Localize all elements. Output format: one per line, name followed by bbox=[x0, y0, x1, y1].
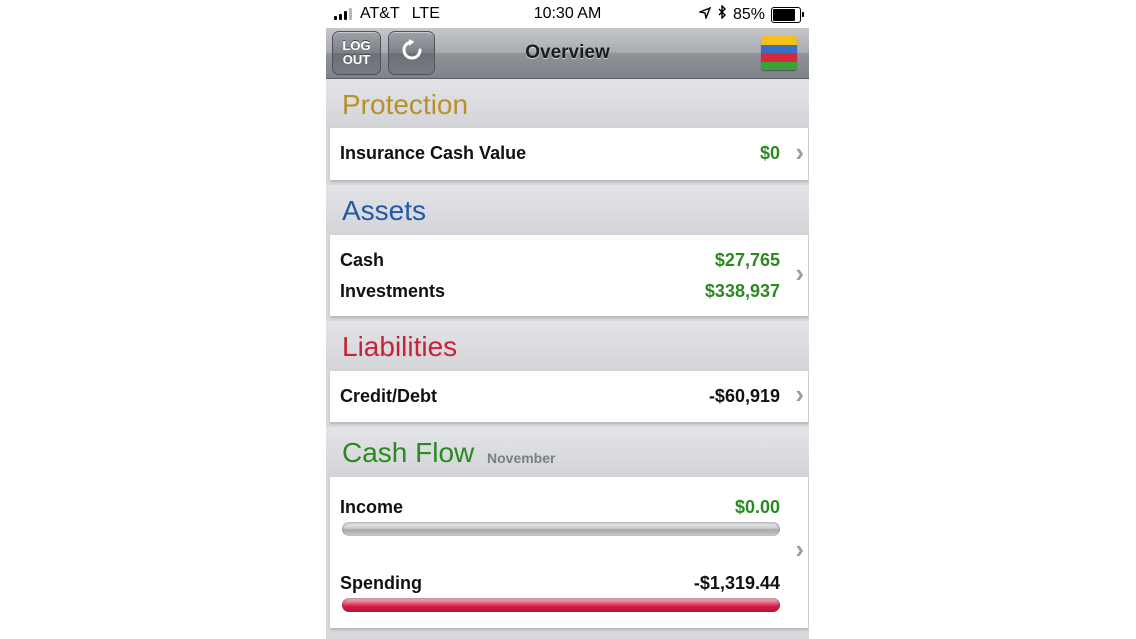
liabilities-section-title: Liabilities bbox=[342, 331, 458, 362]
assets-section-title: Assets bbox=[342, 195, 427, 226]
credit-debt-amount: -$60,919 bbox=[708, 386, 780, 406]
liabilities-card[interactable]: Credit/Debt -$60,919 › bbox=[330, 371, 808, 423]
location-arrow-icon bbox=[697, 6, 712, 24]
income-label: Income bbox=[340, 497, 404, 517]
liabilities-section-header: Liabilities bbox=[326, 321, 809, 371]
list-item: Insurance Cash Value $0 bbox=[340, 143, 780, 165]
battery-percent: 85% bbox=[732, 5, 765, 23]
page-title: Overview bbox=[525, 42, 610, 63]
cashflow-card[interactable]: Income $0.00 Spending -$1,319.44 › bbox=[330, 477, 808, 629]
list-item: Spending -$1,319.44 bbox=[340, 573, 780, 595]
spending-amount: -$1,319.44 bbox=[693, 573, 780, 593]
status-bar-right: 85% bbox=[697, 4, 804, 24]
list-item: Income $0.00 bbox=[340, 497, 780, 519]
protection-section-header: Protection bbox=[326, 79, 809, 129]
cashflow-section-header: Cash Flow November bbox=[326, 427, 809, 477]
cashflow-section-title: Cash Flow bbox=[342, 437, 475, 468]
phone-screen: AT&T LTE 10:30 AM 85% LOG OUT Overview P… bbox=[326, 0, 809, 639]
spending-label: Spending bbox=[340, 573, 422, 593]
cash-label: Cash bbox=[340, 250, 385, 270]
bluetooth-icon bbox=[717, 4, 727, 24]
assets-section-header: Assets bbox=[326, 185, 809, 235]
protection-card[interactable]: Insurance Cash Value $0 › bbox=[330, 128, 808, 181]
cashflow-period: November bbox=[487, 450, 556, 466]
income-progress-bar bbox=[342, 522, 780, 536]
spending-progress-bar bbox=[342, 598, 780, 612]
list-item: Investments $338,937 bbox=[340, 281, 780, 303]
list-item: Cash $27,765 bbox=[340, 250, 780, 272]
income-amount: $0.00 bbox=[734, 497, 780, 517]
protection-section-title: Protection bbox=[342, 89, 469, 120]
chevron-right-icon: › bbox=[795, 534, 804, 564]
chevron-right-icon: › bbox=[795, 258, 804, 288]
status-bar: AT&T LTE 10:30 AM 85% bbox=[326, 0, 809, 28]
chevron-right-icon: › bbox=[795, 379, 804, 409]
chevron-right-icon: › bbox=[795, 137, 804, 167]
insurance-cash-value-amount: $0 bbox=[759, 143, 780, 163]
list-item: Credit/Debt -$60,919 bbox=[340, 386, 780, 408]
battery-icon bbox=[771, 6, 804, 23]
insurance-cash-value-label: Insurance Cash Value bbox=[340, 143, 527, 163]
investments-label: Investments bbox=[340, 281, 446, 301]
spending-progress-fill bbox=[342, 598, 780, 612]
app-logo-icon[interactable] bbox=[761, 36, 797, 70]
credit-debt-label: Credit/Debt bbox=[340, 386, 438, 406]
assets-card[interactable]: Cash $27,765 Investments $338,937 › bbox=[330, 235, 808, 317]
investments-amount: $338,937 bbox=[704, 281, 780, 301]
cash-amount: $27,765 bbox=[714, 250, 780, 270]
navigation-bar: LOG OUT Overview bbox=[326, 28, 809, 79]
